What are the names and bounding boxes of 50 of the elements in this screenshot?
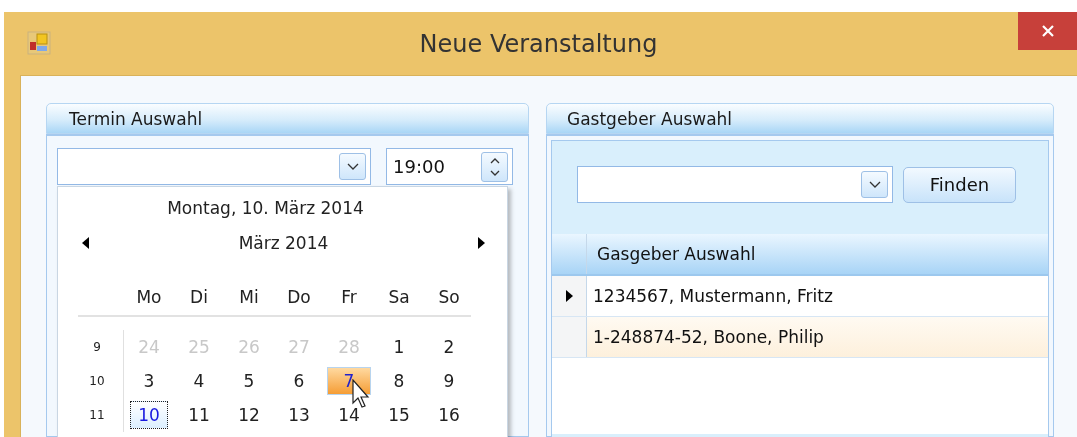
week-number: 9 xyxy=(92,340,102,354)
calendar-day[interactable]: 10 xyxy=(130,401,168,429)
weekday-label: Mo xyxy=(135,287,163,307)
calendar-day[interactable]: 8 xyxy=(380,367,418,395)
chevron-down-icon xyxy=(868,180,881,189)
panel-title: Gastgeber Auswahl xyxy=(567,108,733,129)
chevron-down-icon xyxy=(346,162,359,171)
calendar-day[interactable]: 15 xyxy=(380,401,418,429)
calendar-day[interactable]: 5 xyxy=(230,367,268,395)
next-month-icon[interactable] xyxy=(477,237,485,249)
calendar-day[interactable]: 14 xyxy=(330,401,368,429)
app-icon xyxy=(27,30,51,55)
calendar-day[interactable]: 3 xyxy=(130,367,168,395)
weekday-label: So xyxy=(437,287,461,307)
close-button[interactable] xyxy=(1018,12,1077,50)
close-icon xyxy=(1040,24,1055,38)
calendar-day[interactable]: 11 xyxy=(180,401,218,429)
spin-button[interactable] xyxy=(481,151,508,182)
weekday-label: Di xyxy=(189,287,209,307)
table-cell[interactable]: 1-248874-52, Boone, Philip xyxy=(587,317,1048,357)
weekday-label: Mi xyxy=(238,287,260,307)
time-field[interactable]: 19:00 xyxy=(386,148,513,185)
table-cell[interactable]: 1234567, Mustermann, Fritz xyxy=(587,276,1048,316)
row-header[interactable] xyxy=(552,276,587,316)
find-button[interactable]: Finden xyxy=(903,166,1016,203)
calendar-day[interactable]: 7 xyxy=(327,367,371,395)
month-title: März 2014 xyxy=(238,233,329,253)
calendar-date: Montag, 10. März 2014 xyxy=(166,198,365,218)
calendar-day[interactable]: 1 xyxy=(380,333,418,361)
calendar-day[interactable]: 6 xyxy=(280,367,318,395)
weekday-label: Do xyxy=(286,287,312,307)
calendar-day[interactable]: 9 xyxy=(430,367,468,395)
host-combo[interactable] xyxy=(577,166,893,203)
date-combo[interactable] xyxy=(57,148,371,185)
calendar-day[interactable]: 4 xyxy=(180,367,218,395)
dropdown-button[interactable] xyxy=(339,153,366,180)
calendar-day[interactable]: 12 xyxy=(230,401,268,429)
weekday-label: Fr xyxy=(340,287,358,307)
dropdown-button[interactable] xyxy=(861,171,888,198)
calendar-day[interactable]: 2 xyxy=(430,333,468,361)
current-row-icon xyxy=(565,290,573,302)
calendar-day[interactable]: 16 xyxy=(430,401,468,429)
weekday-label: Sa xyxy=(387,287,411,307)
panel-title: Termin Auswahl xyxy=(69,108,203,129)
mouse-pointer-icon xyxy=(352,379,372,409)
previous-month-icon[interactable] xyxy=(82,237,90,249)
week-number: 10 xyxy=(88,374,106,388)
window-title: Neue Veranstaltung xyxy=(418,29,659,58)
week-number: 11 xyxy=(88,408,106,422)
calendar-day[interactable]: 13 xyxy=(280,401,318,429)
